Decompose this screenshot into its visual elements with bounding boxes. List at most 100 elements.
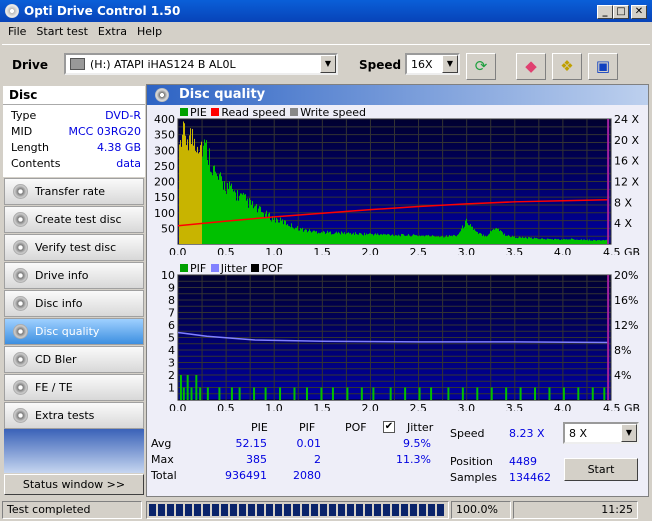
- pie-bar: [272, 216, 273, 244]
- pie-bar: [257, 212, 258, 244]
- y-tick-label: 10: [161, 271, 175, 282]
- nav-extra-tests[interactable]: Extra tests: [4, 402, 144, 429]
- pie-bar: [424, 236, 425, 244]
- pie-bar: [390, 235, 391, 244]
- pie-bar: [298, 230, 299, 244]
- speed-select[interactable]: 16X ▼: [405, 53, 460, 75]
- pie-bar: [434, 236, 435, 244]
- menu-start-test[interactable]: Start test: [36, 25, 88, 38]
- y2-tick-label: 8%: [614, 344, 631, 357]
- value: DVD-R: [105, 109, 141, 122]
- pie-bar: [280, 217, 281, 244]
- pif-bar: [230, 387, 233, 400]
- pie-bar: [388, 234, 389, 244]
- chevron-down-icon[interactable]: ▼: [442, 55, 458, 73]
- pie-bar: [362, 234, 363, 244]
- pie-bar: [606, 239, 607, 244]
- pie-bar: [227, 182, 228, 244]
- pie-bar: [236, 200, 237, 244]
- pif-bar: [418, 387, 421, 400]
- pie-bar: [312, 231, 313, 244]
- nav-drive-info[interactable]: Drive info: [4, 262, 144, 289]
- pie-bar: [192, 128, 193, 244]
- pie-bar: [558, 239, 559, 244]
- nav-transfer-rate[interactable]: Transfer rate: [4, 178, 144, 205]
- nav-cd-bler[interactable]: CD Bler: [4, 346, 144, 373]
- pie-bar: [429, 236, 430, 244]
- pie-bar: [480, 233, 481, 244]
- pie-bar: [562, 239, 563, 244]
- pie-bar: [583, 239, 584, 244]
- pie-bar: [291, 223, 292, 244]
- close-button[interactable]: ✕: [631, 5, 647, 19]
- pie-bar: [392, 234, 393, 244]
- menu-file[interactable]: File: [8, 25, 26, 38]
- pie-bar: [427, 235, 428, 244]
- test-speed-select[interactable]: 8 X ▼: [563, 422, 639, 444]
- pie-bar: [443, 237, 444, 244]
- chevron-down-icon[interactable]: ▼: [320, 55, 336, 73]
- refresh-button[interactable]: ⟳: [466, 53, 496, 80]
- pie-chart: 0.0 0.5 1.0 1.5 2.0 2.5 3.0 3.5 4.0 4.5 GB 50 100 15…: [154, 115, 640, 255]
- menu-extra[interactable]: Extra: [98, 25, 127, 38]
- x-tick-label: 1.5: [313, 402, 331, 411]
- y-tick-label: 400: [154, 115, 175, 126]
- pie-bar: [252, 201, 253, 244]
- jitter-checkbox[interactable]: ✔: [383, 421, 395, 433]
- pif-bar: [490, 387, 493, 400]
- pie-bar: [455, 236, 456, 244]
- pie-bar: [323, 231, 324, 244]
- nav-disc-quality[interactable]: Disc quality: [4, 318, 144, 345]
- pie-bar: [261, 211, 262, 244]
- minimize-button[interactable]: _: [597, 5, 613, 19]
- pie-bar: [450, 236, 451, 244]
- y-tick-label: 2: [168, 369, 175, 382]
- pie-bar: [565, 239, 566, 244]
- pie-bar: [527, 238, 528, 244]
- pie-bar: [378, 234, 379, 244]
- y-tick-label: 7: [168, 307, 175, 320]
- pie-bar: [563, 239, 564, 244]
- start-button[interactable]: Start: [564, 458, 638, 481]
- nav-create-test-disc[interactable]: Create test disc: [4, 206, 144, 233]
- pie-bar: [344, 232, 345, 244]
- chevron-down-icon[interactable]: ▼: [621, 424, 637, 442]
- pie-bar: [494, 229, 495, 244]
- pie-bar: [492, 230, 493, 244]
- drive-select[interactable]: (H:) ATAPI iHAS124 B AL0L ▼: [64, 53, 338, 75]
- pie-bar: [511, 237, 512, 244]
- pie-bar: [369, 233, 370, 244]
- pie-bar: [203, 145, 204, 244]
- pie-bar: [282, 219, 283, 244]
- pie-bar: [554, 238, 555, 244]
- panel-filler: [4, 429, 144, 473]
- y-tick-label: 200: [154, 176, 175, 189]
- pie-bar: [421, 235, 422, 244]
- pif-jitter-chart: 0.0 0.5 1.0 1.5 2.0 2.5 3.0 3.5 4.0 4.5 GB 1234567…: [161, 271, 640, 411]
- y-tick-label: 300: [154, 144, 175, 157]
- pie-bar: [271, 221, 272, 244]
- pif-bar: [218, 387, 221, 400]
- nav-disc-info[interactable]: Disc info: [4, 290, 144, 317]
- maximize-button[interactable]: □: [613, 5, 629, 19]
- status-window-button[interactable]: Status window >>: [4, 474, 144, 495]
- pie-bar: [359, 232, 360, 244]
- copy-button[interactable]: ❖: [552, 53, 582, 80]
- drive-icon: [70, 58, 85, 70]
- nav-verify-test-disc[interactable]: Verify test disc: [4, 234, 144, 261]
- disc-icon: [13, 240, 28, 255]
- save-button[interactable]: ▣: [588, 53, 618, 80]
- pie-bar: [326, 232, 327, 244]
- pie-bar: [467, 223, 468, 244]
- nav-fe-te[interactable]: FE / TE: [4, 374, 144, 401]
- pif-bar: [346, 387, 349, 400]
- x-tick-label: 3.0: [458, 402, 476, 411]
- pie-bar: [319, 233, 320, 244]
- pie-bar: [248, 207, 249, 244]
- pie-bar: [403, 234, 404, 244]
- pie-bar: [304, 230, 305, 244]
- erase-button[interactable]: ◆: [516, 53, 546, 80]
- menu-help[interactable]: Help: [137, 25, 162, 38]
- panel-title: Disc quality: [179, 87, 266, 102]
- title-bar: Opti Drive Control 1.50 _ □ ✕: [0, 0, 652, 22]
